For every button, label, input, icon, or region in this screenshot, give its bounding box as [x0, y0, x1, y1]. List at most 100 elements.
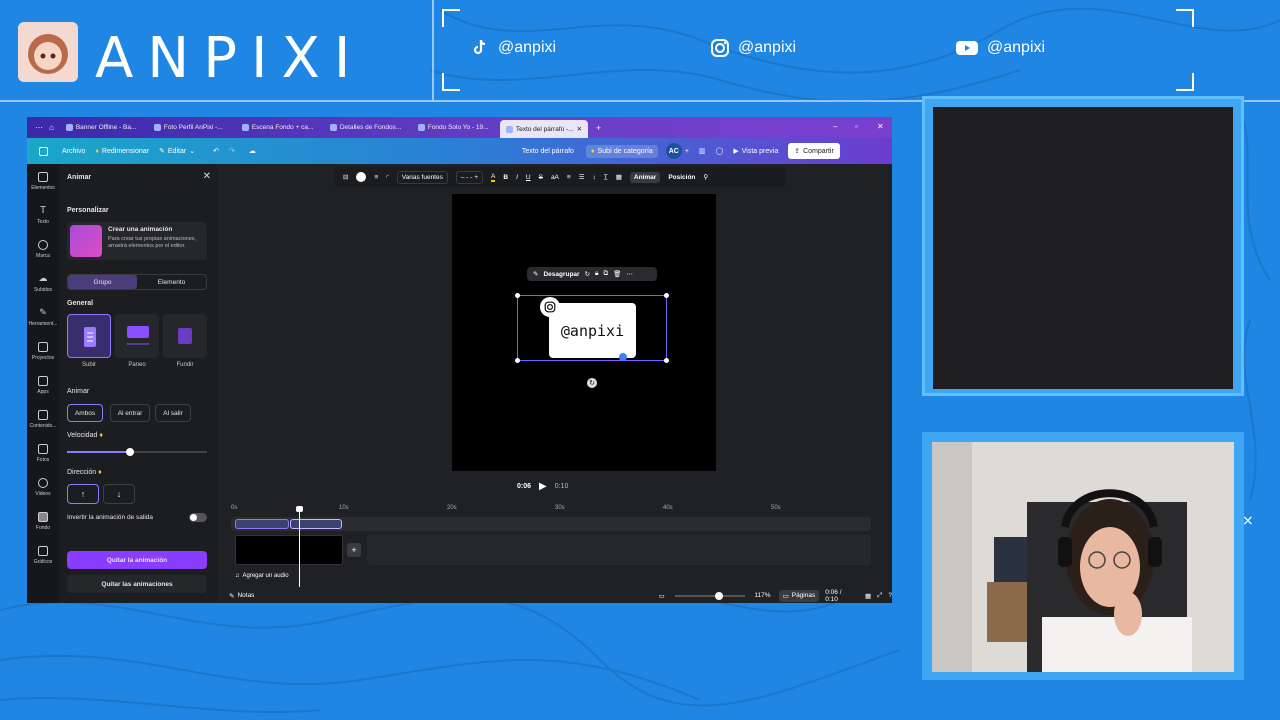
font-size-stepper[interactable]: – - - +	[455, 170, 484, 184]
sidebar-item-texto[interactable]: T Texto	[27, 198, 59, 232]
timeline-clip[interactable]	[290, 519, 342, 529]
cloud-sync-icon[interactable]: ☁	[249, 147, 256, 155]
maximize-button[interactable]: ▫	[855, 122, 858, 131]
italic-icon[interactable]: I	[516, 174, 518, 181]
expand-icon[interactable]: ⤢	[877, 592, 882, 600]
animation-subir[interactable]	[67, 314, 111, 358]
avatar[interactable]: AC	[665, 143, 682, 159]
sidebar-item-videos[interactable]: Videos	[27, 470, 59, 504]
sidebar-item-marca[interactable]: Marca	[27, 232, 59, 266]
paint-roller-icon[interactable]: ⚲	[703, 173, 708, 181]
direction-up-button[interactable]: ↑	[67, 484, 99, 504]
analytics-icon[interactable]: ▥	[699, 147, 706, 155]
ungroup-button[interactable]: Desagrupar	[543, 271, 579, 278]
handle-text[interactable]: @anpixi	[549, 303, 636, 358]
pages-button[interactable]: ▭ Páginas	[778, 589, 820, 602]
trash-icon[interactable]: 🗑︎	[613, 270, 621, 278]
resize-button[interactable]: ♦ Redimensionar	[95, 148, 149, 155]
resize-handle[interactable]	[515, 293, 520, 298]
animation-paneo[interactable]	[115, 314, 159, 358]
preview-button[interactable]: ▶ Vista previa	[733, 147, 778, 156]
rotate-icon[interactable]: ↻	[585, 270, 590, 278]
duplicate-icon[interactable]: ⧉	[604, 270, 609, 278]
slider-thumb[interactable]	[126, 448, 134, 456]
home-icon[interactable]: ⌂	[49, 123, 54, 132]
undo-button[interactable]: ↶	[213, 147, 219, 155]
video-track[interactable]	[235, 535, 343, 565]
align-icon[interactable]: ≡	[567, 174, 571, 181]
animation-fundir[interactable]	[163, 314, 207, 358]
browser-tab[interactable]: Banner Offline - Ba...	[60, 120, 148, 136]
remove-all-animations-button[interactable]: Quitar las animaciones	[67, 575, 207, 593]
browser-tab[interactable]: Escena Fondo + ca...	[236, 120, 324, 136]
spacing-icon[interactable]: ↕	[593, 174, 596, 181]
text-color-icon[interactable]: A	[491, 173, 496, 182]
browser-tab-active[interactable]: Texto del párrafo -... ✕	[499, 120, 588, 138]
speed-slider[interactable]	[67, 447, 207, 457]
resize-handle[interactable]	[664, 293, 669, 298]
playhead-knob[interactable]	[296, 506, 303, 512]
add-audio-button[interactable]: ♫ Agregar un audio	[235, 573, 289, 579]
notes-button[interactable]: ✎ Notas	[229, 592, 254, 600]
sidebar-item-herramientas[interactable]: ✎ Herramient...	[27, 300, 59, 334]
invert-toggle[interactable]	[189, 513, 207, 522]
fullscreen-toggle-icon[interactable]: ▭	[658, 592, 664, 600]
browser-tab[interactable]: Fondo Solo Yo - 19...	[412, 120, 500, 136]
bold-icon[interactable]: B	[503, 174, 508, 181]
add-collaborator-button[interactable]: +	[685, 148, 689, 155]
sidebar-item-fondo[interactable]: Fondo	[27, 504, 59, 538]
sidebar-item-proyectos[interactable]: Proyectos	[27, 334, 59, 368]
transparency-icon[interactable]: ▦	[616, 173, 622, 181]
new-tab-button[interactable]: +	[596, 123, 601, 133]
browser-tab[interactable]: Foto Perfil AnPixi -...	[148, 120, 236, 136]
minimize-button[interactable]: –	[833, 122, 837, 131]
close-icon[interactable]: ✕	[203, 171, 211, 182]
more-icon[interactable]: ⋯	[626, 270, 633, 278]
mode-ambos-button[interactable]: Ambos	[67, 404, 103, 422]
design-canvas[interactable]: ✎ Desagrupar ↻ 🔒︎ ⧉ 🗑︎ ⋯ @anpixi ↻	[452, 194, 716, 471]
sidebar-item-apps[interactable]: Apps	[27, 368, 59, 402]
slider-thumb[interactable]	[714, 591, 723, 600]
resize-handle[interactable]	[515, 358, 520, 363]
sidebar-item-fotos[interactable]: Fotos	[27, 436, 59, 470]
help-icon[interactable]: ?	[888, 592, 892, 599]
tab-grupo[interactable]: Grupo	[68, 275, 137, 289]
menu-dots-icon[interactable]: ⋯	[35, 123, 43, 132]
edit-menu[interactable]: ✎ Editar ⌄	[159, 147, 195, 156]
share-button[interactable]: ⇪ Compartir	[788, 143, 840, 159]
add-page-button[interactable]: +	[347, 543, 361, 557]
sidebar-item-contenido[interactable]: Contenido...	[27, 402, 59, 436]
magic-icon[interactable]: ✎	[533, 270, 538, 278]
zoom-level[interactable]: 117%	[754, 592, 770, 599]
grid-view-icon[interactable]: ▦	[865, 592, 871, 600]
comment-icon[interactable]: ◯	[716, 147, 724, 155]
menu-archivo[interactable]: Archivo	[62, 148, 85, 155]
resize-handle[interactable]	[664, 358, 669, 363]
corner-icon[interactable]: ◜	[386, 173, 389, 181]
list-icon[interactable]: ☰	[579, 173, 585, 181]
strikethrough-icon[interactable]: S	[539, 174, 543, 181]
remove-animation-button[interactable]: Quitar la animación	[67, 551, 207, 569]
tab-elemento[interactable]: Elemento	[137, 275, 206, 289]
playhead[interactable]	[299, 509, 300, 587]
sidebar-toggle-icon[interactable]	[39, 146, 48, 156]
animate-button[interactable]: Animar	[629, 171, 661, 183]
font-select[interactable]: Varias fuentes	[396, 170, 448, 184]
mode-al-entrar-button[interactable]: Al entrar	[110, 404, 150, 422]
lock-icon[interactable]: 🔒︎	[595, 270, 598, 278]
direction-down-button[interactable]: ↓	[103, 484, 135, 504]
timeline-clip[interactable]	[235, 519, 289, 529]
doc-title[interactable]: Texto del párrafo	[522, 148, 574, 155]
layout-icon[interactable]: ⊟	[343, 173, 348, 181]
underline-icon[interactable]: U	[526, 174, 531, 181]
sidebar-item-elementos[interactable]: Elementos	[27, 164, 59, 198]
sidebar-item-subidos[interactable]: ☁ Subidos	[27, 266, 59, 300]
sidebar-item-graficos[interactable]: Gráficos	[27, 538, 59, 572]
play-button[interactable]: ▶	[539, 481, 547, 492]
mode-al-salir-button[interactable]: Al salir	[155, 404, 191, 422]
text-effects-icon[interactable]: T̲	[604, 174, 608, 181]
rotate-handle[interactable]: ↻	[587, 378, 597, 388]
zoom-slider[interactable]	[674, 591, 745, 600]
position-button[interactable]: Posición	[668, 174, 695, 181]
browser-tab[interactable]: Detalles de Fondos...	[324, 120, 412, 136]
